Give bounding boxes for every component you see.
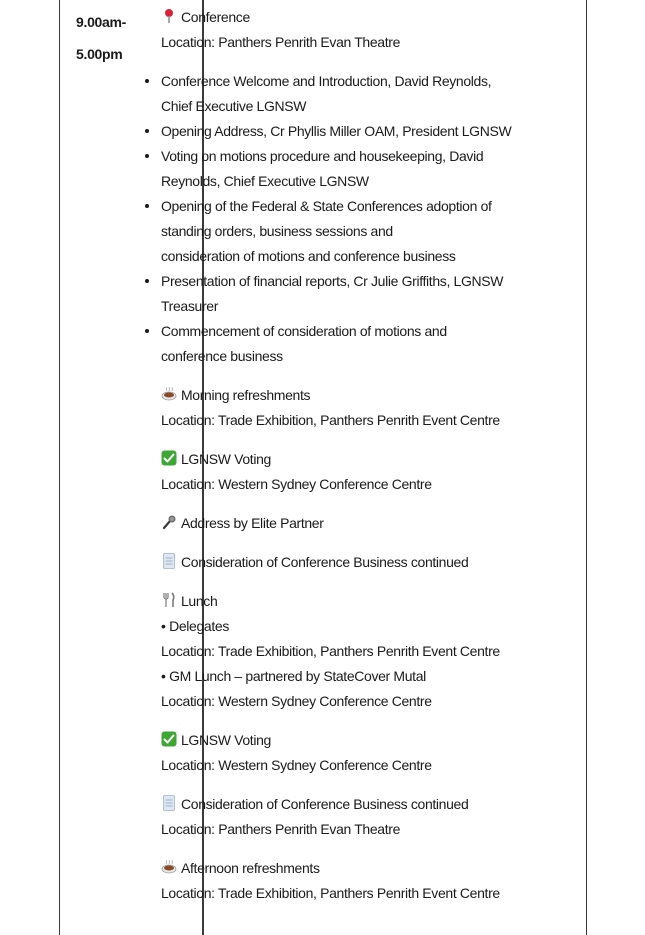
afternoon-refreshments-block: Afternoon refreshments Location: Trade E… bbox=[161, 856, 516, 906]
cutlery-icon bbox=[163, 592, 175, 607]
list-item: Voting on motions procedure and housekee… bbox=[145, 144, 516, 194]
coffee-icon bbox=[161, 386, 177, 401]
lunch-gm-location: Location: Western Sydney Conference Cent… bbox=[161, 693, 432, 709]
conference-block: Conference Location: Panthers Penrith Ev… bbox=[161, 5, 516, 55]
business-block-1: Consideration of Conference Business con… bbox=[161, 550, 516, 575]
lunch-title: Lunch bbox=[181, 593, 218, 609]
list-item: Commencement of consideration of motions… bbox=[145, 319, 516, 369]
voting-block-2: LGNSW Voting Location: Western Sydney Co… bbox=[161, 728, 516, 778]
elite-partner-block: Address by Elite Partner bbox=[161, 511, 516, 536]
lunch-delegates-location: Location: Trade Exhibition, Panthers Pen… bbox=[161, 643, 500, 659]
list-item-part: Opening of the Federal & State Conferenc… bbox=[161, 198, 492, 239]
business-title: Consideration of Conference Business con… bbox=[181, 554, 469, 570]
document-icon bbox=[163, 553, 175, 569]
document-icon bbox=[163, 795, 175, 811]
voting-location: Location: Western Sydney Conference Cent… bbox=[161, 757, 432, 773]
afternoon-refreshments-title: Afternoon refreshments bbox=[181, 860, 320, 876]
business-title: Consideration of Conference Business con… bbox=[181, 796, 469, 812]
lunch-block: Lunch • Delegates Location: Trade Exhibi… bbox=[161, 589, 516, 714]
voting-title: LGNSW Voting bbox=[181, 451, 271, 467]
afternoon-refreshments-location: Location: Trade Exhibition, Panthers Pen… bbox=[161, 885, 500, 901]
conference-title: Conference bbox=[181, 9, 250, 25]
voting-title: LGNSW Voting bbox=[181, 732, 271, 748]
pin-icon bbox=[165, 9, 173, 23]
morning-refreshments-title: Morning refreshments bbox=[181, 387, 311, 403]
agenda-content: Conference Location: Panthers Penrith Ev… bbox=[145, 5, 516, 906]
business-location: Location: Panthers Penrith Evan Theatre bbox=[161, 821, 401, 837]
list-item: Opening of the Federal & State Conferenc… bbox=[145, 194, 516, 269]
microphone-icon bbox=[162, 515, 176, 530]
list-item: Conference Welcome and Introduction, Dav… bbox=[145, 69, 516, 119]
voting-block-1: LGNSW Voting Location: Western Sydney Co… bbox=[161, 447, 516, 497]
agenda-list: Conference Welcome and Introduction, Dav… bbox=[145, 69, 516, 369]
lunch-delegates: • Delegates bbox=[161, 618, 229, 634]
check-icon bbox=[161, 731, 177, 747]
conference-location: Location: Panthers Penrith Evan Theatre bbox=[161, 34, 401, 50]
coffee-icon bbox=[161, 859, 177, 874]
check-icon bbox=[161, 450, 177, 466]
morning-refreshments-location: Location: Trade Exhibition, Panthers Pen… bbox=[161, 412, 500, 428]
list-item-part: consideration of motions and conference … bbox=[161, 248, 456, 264]
list-item: Presentation of financial reports, Cr Ju… bbox=[145, 269, 516, 319]
elite-partner-title: Address by Elite Partner bbox=[181, 515, 324, 531]
morning-refreshments-block: Morning refreshments Location: Trade Exh… bbox=[161, 383, 516, 433]
lunch-gm: • GM Lunch – partnered by StateCover Mut… bbox=[161, 668, 426, 684]
business-block-2: Consideration of Conference Business con… bbox=[161, 792, 516, 842]
voting-location: Location: Western Sydney Conference Cent… bbox=[161, 476, 432, 492]
list-item: Opening Address, Cr Phyllis Miller OAM, … bbox=[145, 119, 516, 144]
